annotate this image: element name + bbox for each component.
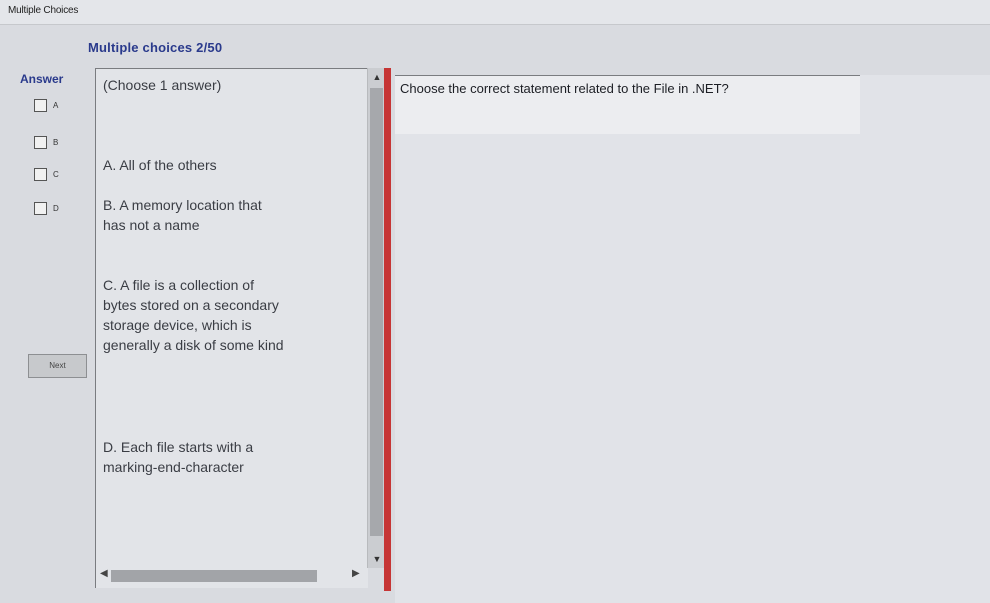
answer-label: Answer: [20, 72, 64, 86]
checkbox-d[interactable]: [34, 202, 47, 215]
answer-option-c[interactable]: C: [34, 168, 59, 181]
chevron-up-icon[interactable]: ▲: [370, 70, 384, 84]
choice-d: D. Each file starts with a marking-end-c…: [103, 439, 254, 475]
answer-option-a[interactable]: A: [34, 99, 58, 112]
answer-letter-d: D: [53, 204, 59, 213]
options-panel: (Choose 1 answer) A. All of the others B…: [95, 68, 368, 588]
answer-option-b[interactable]: B: [34, 136, 58, 149]
chevron-right-icon[interactable]: ▶: [352, 568, 360, 579]
answer-option-d[interactable]: D: [34, 202, 59, 215]
checkbox-b[interactable]: [34, 136, 47, 149]
question-text: Choose the correct statement related to …: [400, 81, 729, 96]
choice-a: A. All of the others: [103, 157, 217, 173]
vertical-scroll-thumb[interactable]: [370, 88, 383, 536]
answer-letter-c: C: [53, 170, 59, 179]
answer-column: Answer A B C D Next: [10, 62, 95, 582]
choice-c: C. A file is a collection of bytes store…: [103, 277, 284, 353]
chevron-left-icon[interactable]: ◀: [100, 568, 108, 579]
checkbox-a[interactable]: [34, 99, 47, 112]
question-panel: Choose the correct statement related to …: [395, 75, 990, 603]
window-title: Multiple Choices: [8, 5, 79, 16]
answer-letter-b: B: [53, 138, 59, 147]
options-horizontal-scrollbar[interactable]: ◀ ▶: [97, 568, 365, 584]
question-box: Choose the correct statement related to …: [395, 75, 860, 134]
question-progress: Multiple choices 2/50: [88, 40, 223, 55]
horizontal-scroll-thumb[interactable]: [111, 570, 317, 582]
choice-b: B. A memory location that has not a name: [103, 197, 262, 233]
checkbox-c[interactable]: [34, 168, 47, 181]
panel-divider: [384, 68, 391, 591]
title-bar: Multiple Choices: [0, 0, 990, 25]
next-button[interactable]: Next: [28, 354, 87, 378]
choose-instruction: (Choose 1 answer): [103, 77, 222, 93]
chevron-down-icon[interactable]: ▼: [370, 552, 384, 566]
answer-letter-a: A: [53, 101, 59, 110]
